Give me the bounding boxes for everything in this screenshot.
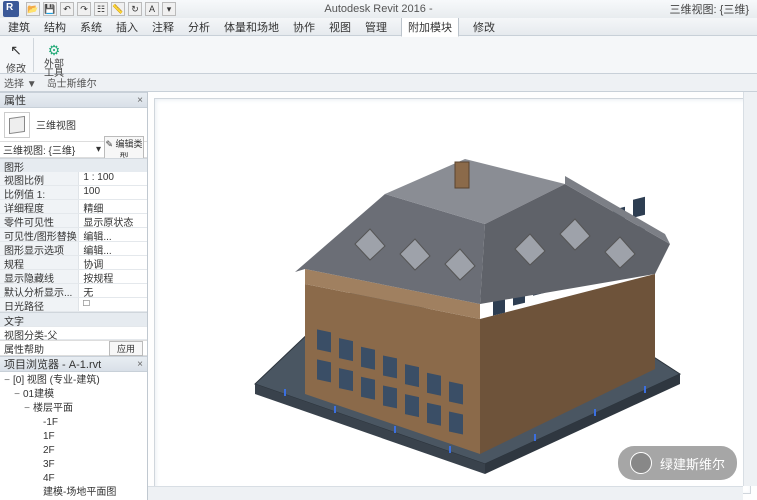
tab-addins[interactable]: 附加模块 xyxy=(401,17,459,37)
tree-node[interactable]: 3F xyxy=(2,458,147,472)
apply-button[interactable]: 应用 xyxy=(109,341,143,356)
tool-label: 岛士斯维尔 xyxy=(47,75,97,90)
project-browser: −[0] 视图 (专业-建筑) −01建模 −楼层平面 -1F 1F 2F 3F… xyxy=(0,372,147,500)
tab-systems[interactable]: 系统 xyxy=(80,19,102,35)
prop-row: 可见性/图形替换编辑... xyxy=(0,228,147,242)
tree-node[interactable]: 1F xyxy=(2,430,147,444)
instance-selector-row: 三维视图: {三维} ▾ ✎ 编辑类型 xyxy=(0,142,147,158)
horizontal-scrollbar[interactable] xyxy=(148,486,743,500)
main-area: 属性 × 三维视图 三维视图: {三维} ▾ ✎ 编辑类型 图形 视图比例1 :… xyxy=(0,92,757,500)
group-text[interactable]: 文字 xyxy=(0,312,147,326)
type-label: 三维视图 xyxy=(36,117,76,132)
property-grid: 视图比例1 : 100 比例值 1:100 详细程度精细 零件可见性显示原状态 … xyxy=(0,172,147,312)
watermark-text: 绿建斯维尔 xyxy=(660,454,725,473)
prop-row: 视图比例1 : 100 xyxy=(0,172,147,186)
viewport[interactable] xyxy=(148,92,757,500)
collapse-icon[interactable]: − xyxy=(12,388,22,402)
qat-a-icon[interactable]: A xyxy=(145,2,159,16)
close-icon[interactable]: × xyxy=(137,359,143,370)
tree-node[interactable]: 4F xyxy=(2,472,147,486)
ribbon: ↖ 修改 ⚙ 外部 工具 xyxy=(0,36,757,74)
prop-row: 零件可见性显示原状态 xyxy=(0,214,147,228)
tab-view[interactable]: 视图 xyxy=(329,19,351,35)
tree-node[interactable]: −[0] 视图 (专业-建筑) xyxy=(2,374,147,388)
tab-manage[interactable]: 管理 xyxy=(365,19,387,35)
vertical-scrollbar[interactable] xyxy=(743,92,757,486)
ribbon-separator xyxy=(33,38,34,72)
building-svg xyxy=(235,134,695,474)
qat-print-icon[interactable]: ☷ xyxy=(94,2,108,16)
modify-button[interactable]: ↖ 修改 xyxy=(2,37,30,78)
gear-icon: ⚙ xyxy=(43,40,65,60)
tab-insert[interactable]: 插入 xyxy=(116,19,138,35)
tree: −[0] 视图 (专业-建筑) −01建模 −楼层平面 -1F 1F 2F 3F… xyxy=(0,372,147,500)
quick-access-toolbar: 📂 💾 ↶ ↷ ☷ 📏 ↻ A ▾ xyxy=(26,2,176,16)
tree-node[interactable]: −01建模 xyxy=(2,388,147,402)
tab-structure[interactable]: 结构 xyxy=(44,19,66,35)
prop-row: 图形显示选项编辑... xyxy=(0,242,147,256)
instance-dropdown[interactable]: 三维视图: {三维} xyxy=(3,142,96,157)
building-model[interactable] xyxy=(235,134,695,474)
tab-massing-site[interactable]: 体量和场地 xyxy=(224,19,279,35)
help-link[interactable]: 属性帮助 xyxy=(4,341,44,356)
left-panels: 属性 × 三维视图 三维视图: {三维} ▾ ✎ 编辑类型 图形 视图比例1 :… xyxy=(0,92,148,500)
app-title: Autodesk Revit 2016 - xyxy=(324,3,432,15)
tree-node[interactable]: 建模-场地平面图 xyxy=(2,486,147,500)
select-dropdown[interactable]: 选择 ▼ xyxy=(4,75,37,90)
tree-node[interactable]: -1F xyxy=(2,416,147,430)
prop-row: 详细程度精细 xyxy=(0,200,147,214)
avatar-icon xyxy=(630,452,652,474)
close-icon[interactable]: × xyxy=(137,95,143,106)
tab-analyze[interactable]: 分析 xyxy=(188,19,210,35)
properties-panel-header[interactable]: 属性 × xyxy=(0,92,147,108)
qat-redo-icon[interactable]: ↷ xyxy=(77,2,91,16)
prop-row: 默认分析显示...无 xyxy=(0,284,147,298)
type-preview-icon xyxy=(4,112,30,138)
prop-row: 比例值 1:100 xyxy=(0,186,147,200)
tab-architecture[interactable]: 建筑 xyxy=(8,19,30,35)
title-bar: 📂 💾 ↶ ↷ ☷ 📏 ↻ A ▾ Autodesk Revit 2016 - … xyxy=(0,0,757,18)
ribbon-tabs: 建筑 结构 系统 插入 注释 分析 体量和场地 协作 视图 管理 附加模块 修改 xyxy=(0,18,757,36)
viewport-inner[interactable] xyxy=(154,98,751,494)
qat-undo-icon[interactable]: ↶ xyxy=(60,2,74,16)
prop-row: 日光路径□ xyxy=(0,298,147,312)
browser-title: 项目浏览器 - A-1.rvt xyxy=(4,356,101,372)
options-bar: 选择 ▼ 岛士斯维尔 xyxy=(0,74,757,92)
identity-label: 视图分类-父 xyxy=(4,327,57,339)
identity-row: 视图分类-父 xyxy=(0,326,147,340)
collapse-icon[interactable]: − xyxy=(2,374,12,388)
qat-more-icon[interactable]: ▾ xyxy=(162,2,176,16)
tab-collaborate[interactable]: 协作 xyxy=(293,19,315,35)
tab-modify[interactable]: 修改 xyxy=(473,19,495,35)
cursor-icon: ↖ xyxy=(5,40,27,60)
qat-sync-icon[interactable]: ↻ xyxy=(128,2,142,16)
tab-annotate[interactable]: 注释 xyxy=(152,19,174,35)
qat-open-icon[interactable]: 📂 xyxy=(26,2,40,16)
chevron-down-icon[interactable]: ▾ xyxy=(96,144,101,155)
apply-row: 属性帮助 应用 xyxy=(0,340,147,356)
app-logo-icon xyxy=(3,1,19,17)
tree-node[interactable]: 2F xyxy=(2,444,147,458)
prop-row: 显示隐藏线按规程 xyxy=(0,270,147,284)
qat-save-icon[interactable]: 💾 xyxy=(43,2,57,16)
group-graphics[interactable]: 图形 xyxy=(0,158,147,172)
tree-node[interactable]: −楼层平面 xyxy=(2,402,147,416)
watermark: 绿建斯维尔 xyxy=(618,446,737,480)
prop-row: 规程协调 xyxy=(0,256,147,270)
project-browser-header[interactable]: 项目浏览器 - A-1.rvt × xyxy=(0,356,147,372)
view-title: 三维视图: {三维} xyxy=(670,1,749,17)
qat-measure-icon[interactable]: 📏 xyxy=(111,2,125,16)
collapse-icon[interactable]: − xyxy=(22,402,32,416)
properties-title: 属性 xyxy=(4,92,26,108)
